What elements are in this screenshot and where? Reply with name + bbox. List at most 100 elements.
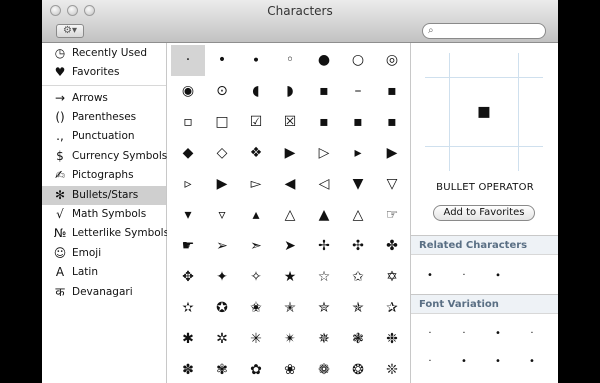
character-cell[interactable]: ✬ [239, 293, 273, 324]
character-cell[interactable]: ✾ [205, 355, 239, 383]
character-cell[interactable]: ▼ [341, 169, 375, 200]
font-variation-sample[interactable]: • [517, 347, 547, 377]
character-cell[interactable]: ◁ [307, 169, 341, 200]
character-cell[interactable]: ❀ [273, 355, 307, 383]
character-cell[interactable]: △ [273, 200, 307, 231]
character-cell[interactable]: ▪ [307, 107, 341, 138]
character-cell[interactable]: ➢ [205, 231, 239, 262]
sidebar-item[interactable]: √ Math Symbols [42, 205, 166, 224]
character-cell[interactable]: ▻ [239, 169, 273, 200]
sidebar-item[interactable]: ✍ Pictographs [42, 166, 166, 185]
character-cell[interactable]: ❂ [341, 355, 375, 383]
character-cell[interactable]: ✣ [341, 231, 375, 262]
sidebar-item[interactable]: ., Punctuation [42, 127, 166, 146]
character-cell[interactable]: ▹ [171, 169, 205, 200]
character-cell[interactable]: ✤ [375, 231, 409, 262]
character-cell[interactable]: ▫ [171, 107, 205, 138]
character-cell[interactable]: ✪ [205, 293, 239, 324]
character-cell[interactable]: ✮ [307, 293, 341, 324]
font-variation-sample[interactable]: · [449, 319, 479, 349]
character-cell[interactable]: ▶ [375, 138, 409, 169]
character-cell[interactable]: ✱ [171, 324, 205, 355]
character-cell[interactable]: ▶ [205, 169, 239, 200]
character-cell[interactable]: ☒ [273, 107, 307, 138]
character-cell[interactable]: ▪ [375, 107, 409, 138]
character-cell[interactable]: ✧ [239, 262, 273, 293]
character-cell[interactable]: ◎ [375, 45, 409, 76]
add-to-favorites-button[interactable]: Add to Favorites [433, 205, 535, 221]
character-cell[interactable]: ◖ [239, 76, 273, 107]
search-input[interactable] [441, 25, 537, 37]
character-cell[interactable]: ▽ [375, 169, 409, 200]
font-variation-sample[interactable]: · [415, 319, 445, 349]
sidebar-item[interactable]: № Letterlike Symbols [42, 224, 169, 243]
character-cell[interactable]: ▸ [341, 138, 375, 169]
character-cell[interactable]: ◉ [171, 76, 205, 107]
character-cell[interactable]: ▿ [205, 200, 239, 231]
character-cell[interactable]: ▷ [307, 138, 341, 169]
character-cell[interactable]: ◇ [205, 138, 239, 169]
character-cell[interactable]: ❊ [375, 355, 409, 383]
font-variation-sample[interactable]: · [517, 319, 547, 349]
related-character[interactable]: · [449, 261, 479, 291]
sidebar-item[interactable]: ♥ Favorites [42, 63, 166, 82]
character-cell[interactable]: □ [205, 107, 239, 138]
character-cell[interactable]: ◆ [171, 138, 205, 169]
sidebar-item[interactable]: () Parentheses [42, 108, 166, 127]
character-cell[interactable]: ○ [341, 45, 375, 76]
character-cell[interactable]: ☞ [375, 200, 409, 231]
character-cell[interactable]: ✥ [171, 262, 205, 293]
sidebar-item[interactable]: ◷ Recently Used [42, 44, 166, 63]
character-cell[interactable]: ✽ [171, 355, 205, 383]
character-cell[interactable]: ▪ [341, 107, 375, 138]
sidebar-item[interactable]: क Devanagari [42, 283, 166, 302]
sidebar-item[interactable]: A Latin [42, 263, 166, 282]
character-cell[interactable]: – [341, 76, 375, 107]
action-menu-button[interactable]: ⚙▾ [56, 24, 84, 38]
character-cell[interactable]: ⊙ [205, 76, 239, 107]
character-cell[interactable]: ✭ [273, 293, 307, 324]
character-cell[interactable]: △ [341, 200, 375, 231]
character-cell[interactable]: ◗ [273, 76, 307, 107]
related-characters-header[interactable]: Related Characters [411, 235, 558, 255]
character-cell[interactable]: ✵ [307, 324, 341, 355]
character-cell[interactable]: ◀ [273, 169, 307, 200]
related-character[interactable]: ∙ [483, 261, 513, 291]
character-cell[interactable]: ✡ [375, 262, 409, 293]
character-cell[interactable]: ✲ [205, 324, 239, 355]
sidebar-item[interactable]: → Arrows [42, 89, 166, 108]
character-cell[interactable]: ● [307, 45, 341, 76]
sidebar-item[interactable]: $ Currency Symbols [42, 147, 167, 166]
character-cell[interactable]: ❁ [307, 355, 341, 383]
character-cell[interactable]: ✴ [273, 324, 307, 355]
character-cell[interactable]: ✩ [341, 262, 375, 293]
search-field[interactable]: ⌕ [422, 23, 546, 39]
character-cell[interactable]: ☆ [307, 262, 341, 293]
font-variation-sample[interactable]: · [415, 347, 445, 377]
related-character[interactable]: • [415, 261, 445, 291]
font-variation-sample[interactable]: • [483, 347, 513, 377]
character-cell[interactable]: ☑ [239, 107, 273, 138]
character-cell[interactable]: • [205, 45, 239, 76]
character-cell[interactable]: ➤ [273, 231, 307, 262]
character-cell[interactable]: ❉ [375, 324, 409, 355]
character-cell[interactable]: ◦ [273, 45, 307, 76]
character-cell[interactable]: ❖ [239, 138, 273, 169]
sidebar-item[interactable]: ☺ Emoji [42, 244, 166, 263]
character-cell[interactable]: ☛ [171, 231, 205, 262]
character-cell[interactable]: ▾ [171, 200, 205, 231]
sidebar-item[interactable]: ✻ Bullets/Stars [42, 186, 166, 205]
character-cell[interactable]: ✦ [205, 262, 239, 293]
character-cell[interactable]: ✰ [375, 293, 409, 324]
font-variation-sample[interactable]: • [449, 347, 479, 377]
character-cell[interactable]: ➣ [239, 231, 273, 262]
character-cell[interactable]: ✢ [307, 231, 341, 262]
character-cell[interactable]: ★ [273, 262, 307, 293]
character-cell[interactable]: ▪ [375, 76, 409, 107]
font-variation-header[interactable]: Font Variation [411, 294, 558, 314]
character-cell[interactable]: ▪ [307, 76, 341, 107]
character-cell[interactable]: ✫ [171, 293, 205, 324]
character-cell[interactable]: ❃ [341, 324, 375, 355]
character-cell[interactable]: · [171, 45, 205, 76]
font-variation-sample[interactable]: • [483, 319, 513, 349]
